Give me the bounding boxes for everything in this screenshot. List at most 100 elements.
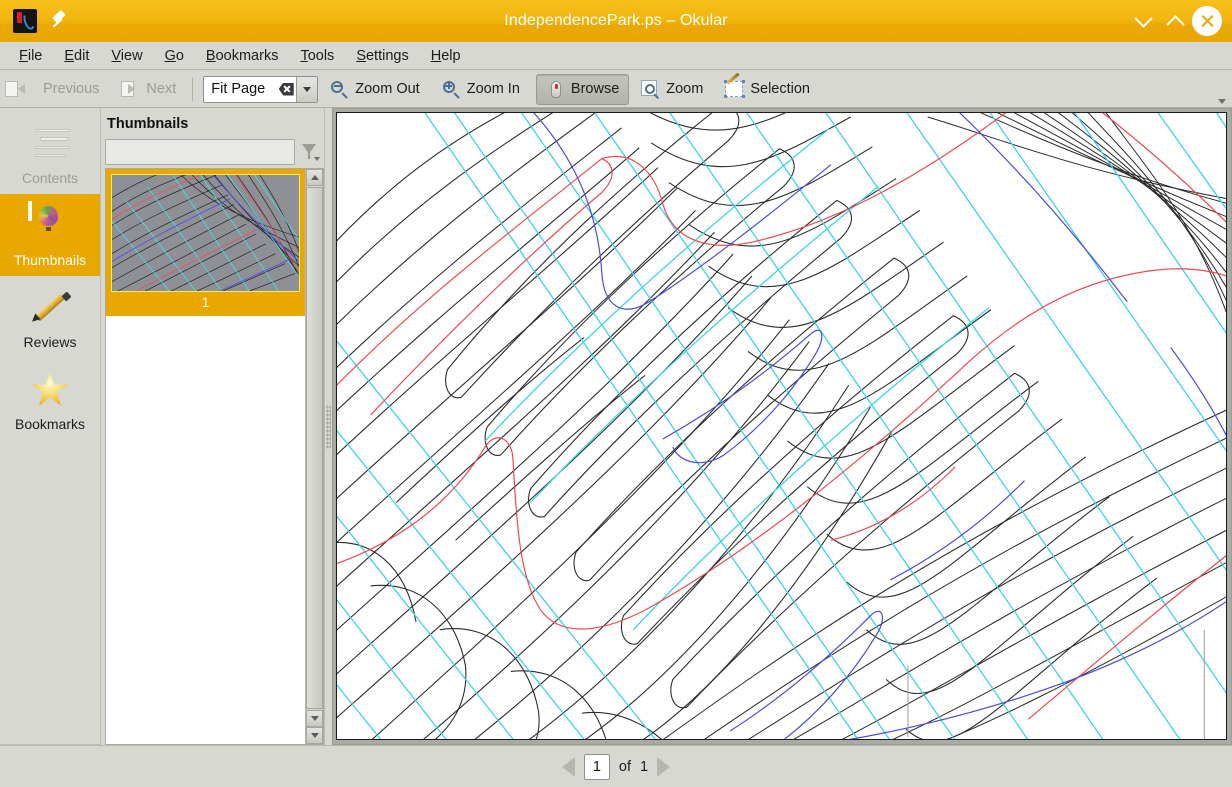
total-pages-label: 1 bbox=[640, 758, 649, 775]
sidebar-item-thumbnails[interactable]: Thumbnails bbox=[0, 194, 100, 276]
thumbnails-items: 1 bbox=[106, 169, 305, 744]
triangle-up-icon bbox=[310, 175, 319, 180]
minimize-button[interactable] bbox=[1128, 6, 1158, 36]
browse-tool-label: Browse bbox=[570, 81, 620, 97]
chevron-down-icon bbox=[1133, 8, 1153, 28]
clear-icon[interactable] bbox=[276, 77, 296, 102]
thumbnails-list: 1 bbox=[105, 168, 324, 745]
main-area: Contents Thumbnails Reviews Bookmarks Th… bbox=[0, 108, 1232, 745]
menu-settings[interactable]: Settings bbox=[345, 45, 419, 67]
zoom-tool-button[interactable]: Zoom bbox=[631, 74, 713, 105]
zoom-out-label: Zoom Out bbox=[355, 81, 420, 97]
sidebar-navigation: Contents Thumbnails Reviews Bookmarks bbox=[0, 108, 101, 745]
splitter-grip-icon bbox=[326, 404, 331, 449]
zoom-out-button[interactable]: Zoom Out bbox=[320, 74, 429, 105]
next-page-label: Next bbox=[146, 81, 177, 97]
menubar: File Edit View Go Bookmarks Tools Settin… bbox=[0, 42, 1232, 70]
contents-icon bbox=[28, 121, 72, 165]
menu-view-acc: V bbox=[111, 47, 121, 64]
next-page-button[interactable]: Next bbox=[111, 74, 186, 105]
menu-tools-label: ools bbox=[307, 47, 335, 64]
sidebar-item-bookmarks-label: Bookmarks bbox=[14, 416, 86, 432]
close-button[interactable] bbox=[1192, 6, 1222, 36]
toolbar-overflow-icon[interactable] bbox=[1218, 99, 1226, 104]
menu-settings-label: ettings bbox=[365, 47, 409, 64]
document-view[interactable] bbox=[332, 108, 1232, 745]
window-titlebar: IndependencePark.ps – Okular bbox=[0, 0, 1232, 42]
previous-page-icon bbox=[5, 80, 37, 99]
zoom-mode-value: Fit Page bbox=[211, 81, 266, 97]
star-icon bbox=[28, 367, 72, 411]
zoom-in-icon bbox=[442, 80, 461, 99]
sidebar-item-thumbnails-label: Thumbnails bbox=[13, 252, 87, 268]
menu-file[interactable]: File bbox=[8, 45, 53, 67]
close-icon bbox=[1200, 14, 1215, 29]
thumbnails-panel-title: Thumbnails bbox=[107, 116, 189, 132]
list-item[interactable]: 1 bbox=[106, 169, 305, 316]
thumbnails-icon bbox=[28, 201, 72, 247]
scroll-down-button[interactable] bbox=[306, 710, 323, 727]
zoom-out-icon bbox=[330, 80, 349, 99]
selection-tool-button[interactable]: Selection bbox=[715, 72, 820, 105]
page-number-input[interactable] bbox=[583, 753, 610, 780]
pencil-icon bbox=[28, 285, 72, 329]
menu-tools-acc: T bbox=[300, 47, 308, 64]
zoom-in-button[interactable]: Zoom In bbox=[432, 74, 530, 105]
sidebar-item-reviews[interactable]: Reviews bbox=[0, 276, 100, 358]
menu-help-label: elp bbox=[441, 47, 461, 64]
filter-funnel-icon[interactable] bbox=[300, 140, 320, 164]
menu-bookmarks[interactable]: Bookmarks bbox=[195, 45, 290, 67]
menu-view-label: iew bbox=[120, 47, 143, 64]
zoom-tool-label: Zoom bbox=[666, 81, 704, 97]
menu-file-acc: F bbox=[19, 47, 28, 64]
thumbnails-scrollbar[interactable] bbox=[305, 169, 323, 744]
okular-icon bbox=[13, 9, 37, 33]
search-input[interactable] bbox=[105, 139, 295, 165]
previous-page-arrow[interactable] bbox=[561, 756, 575, 777]
statusbar: of 1 bbox=[0, 745, 1232, 787]
thumbnails-panel: Thumbnails 1 bbox=[101, 108, 325, 745]
window-title: IndependencePark.ps – Okular bbox=[504, 12, 728, 29]
menu-tools[interactable]: Tools bbox=[289, 45, 345, 67]
next-page-arrow[interactable] bbox=[657, 756, 671, 777]
page-thumbnail[interactable] bbox=[111, 174, 300, 292]
chevron-down-icon[interactable] bbox=[296, 76, 318, 102]
menu-go-acc: G bbox=[164, 47, 176, 64]
menu-edit-acc: E bbox=[64, 47, 75, 64]
menu-go-label: o bbox=[175, 47, 184, 64]
browse-tool-button[interactable]: Browse bbox=[535, 73, 630, 105]
thumbnail-contours bbox=[112, 175, 299, 291]
zoom-mode-combobox[interactable]: Fit Page bbox=[203, 75, 319, 103]
contour-plot bbox=[337, 113, 1226, 739]
document-page[interactable] bbox=[336, 112, 1227, 740]
maximize-button[interactable] bbox=[1160, 6, 1190, 36]
zoom-tool-icon bbox=[641, 79, 660, 99]
scroll-up-button[interactable] bbox=[306, 169, 323, 186]
menu-go[interactable]: Go bbox=[154, 45, 195, 67]
page-of-label: of bbox=[618, 758, 631, 775]
menu-bookmarks-label: ookmarks bbox=[215, 47, 279, 64]
scrollbar-thumb[interactable] bbox=[306, 187, 323, 709]
thumbnails-filter-row bbox=[101, 139, 324, 165]
triangle-down-icon bbox=[310, 733, 319, 738]
sidebar-item-bookmarks[interactable]: Bookmarks bbox=[0, 358, 100, 440]
sidebar-item-reviews-label: Reviews bbox=[23, 334, 77, 350]
selection-icon bbox=[724, 72, 746, 99]
sidebar-item-contents-label: Contents bbox=[21, 170, 79, 186]
previous-page-label: Previous bbox=[43, 81, 100, 97]
mouse-icon bbox=[546, 80, 565, 99]
menu-view[interactable]: View bbox=[100, 45, 153, 67]
scroll-down-button-2[interactable] bbox=[306, 727, 323, 744]
previous-page-button[interactable]: Previous bbox=[5, 74, 109, 105]
page-thumbnail-label: 1 bbox=[201, 295, 210, 310]
menu-edit[interactable]: Edit bbox=[53, 45, 100, 67]
menu-help[interactable]: Help bbox=[420, 45, 472, 67]
toolbar-separator bbox=[192, 77, 194, 101]
pin-icon[interactable] bbox=[49, 10, 71, 32]
sidebar-item-contents[interactable]: Contents bbox=[0, 112, 100, 194]
menu-file-label: ile bbox=[27, 47, 43, 64]
panel-splitter[interactable] bbox=[325, 108, 332, 745]
chevron-up-icon bbox=[1165, 14, 1185, 34]
window-controls bbox=[1128, 6, 1232, 36]
zoom-in-label: Zoom In bbox=[466, 81, 520, 97]
